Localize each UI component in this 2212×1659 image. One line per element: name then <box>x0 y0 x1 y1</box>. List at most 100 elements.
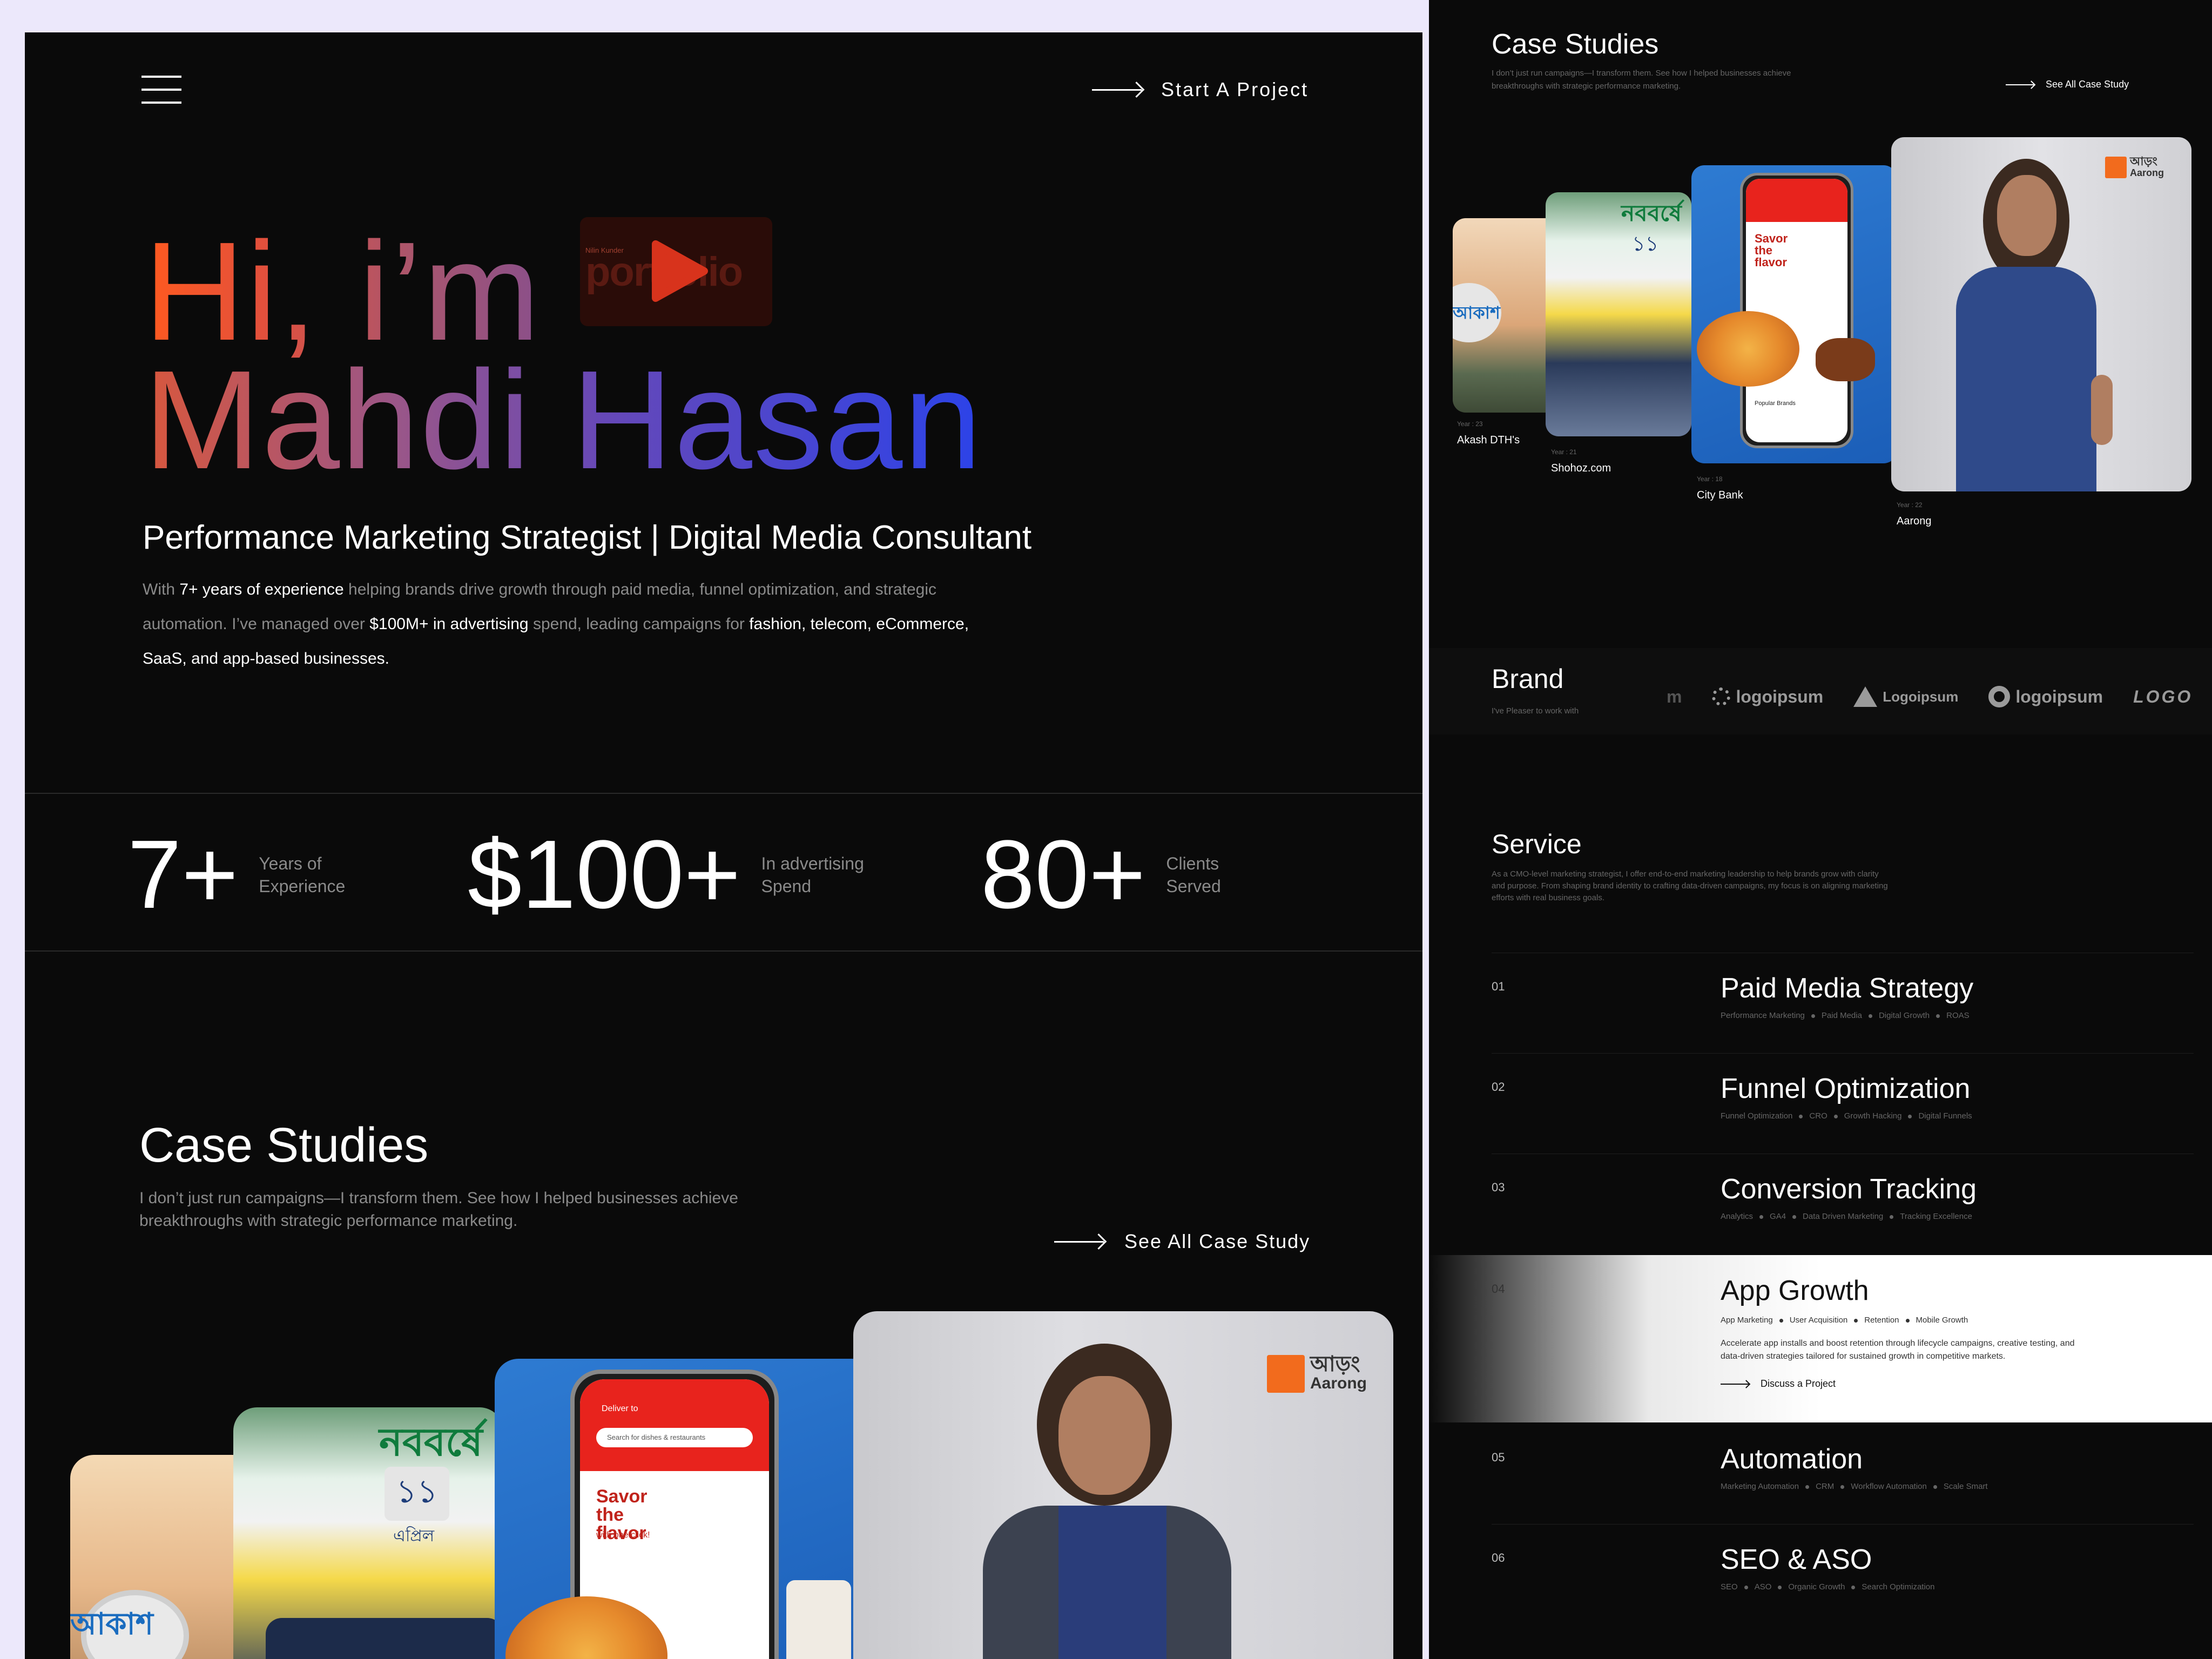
bullet-icon <box>1908 1114 1912 1118</box>
case-card-citybank-year: Year : 18 <box>1697 475 1723 483</box>
case-card-citybank[interactable]: Deliver to Search for dishes & restauran… <box>495 1359 894 1659</box>
bullet-icon <box>1805 1485 1810 1489</box>
bullet-icon <box>1778 1585 1782 1589</box>
hero-name: Mahdi Hasan <box>144 342 983 498</box>
service-tag: Performance Marketing <box>1721 1011 1805 1020</box>
service-tag: App Marketing <box>1721 1316 1773 1325</box>
service-item-app-growth[interactable]: 04 App Growth App Marketing User Acquisit… <box>1429 1255 2212 1422</box>
hero-bio: With 7+ years of experience helping bran… <box>143 581 969 667</box>
brand-logo-4: LOGO <box>2133 686 2193 706</box>
case-card-shohoz-small[interactable]: নববর্ষে ১১ <box>1546 192 1691 436</box>
ring-logo-icon <box>1988 686 2011 707</box>
arrow-right-icon <box>1054 1240 1104 1243</box>
service-tag: GA4 <box>1770 1212 1786 1221</box>
aarong-logo: আড়ং Aarong <box>1267 1353 1367 1393</box>
service-tag: Search Optimization <box>1862 1582 1935 1591</box>
service-item-seo-aso[interactable]: 06 SEO & ASO SEO ASO Organic Growth Search … <box>1429 1524 2212 1624</box>
bullet-icon <box>1833 1114 1838 1118</box>
service-tag: Marketing Automation <box>1721 1482 1799 1491</box>
service-tag: Growth Hacking <box>1844 1111 1902 1121</box>
service-tags: App Marketing User Acquisition Retention Mo… <box>1721 1316 1968 1325</box>
case-card-citybank-name: City Bank <box>1697 489 1743 501</box>
service-tag: ROAS <box>1946 1011 1970 1020</box>
service-tag: Paid Media <box>1821 1011 1862 1020</box>
case-card-shohoz-name: Shohoz.com <box>1551 462 1611 474</box>
service-tags: SEO ASO Organic Growth Search Optimization <box>1721 1582 1934 1591</box>
detail-page-panel: Case Studies I don’t just run campaigns—… <box>1429 0 2212 1659</box>
aarong-mark-icon <box>1267 1355 1305 1393</box>
hero-subtitle: Performance Marketing Strategist | Digit… <box>143 519 1032 556</box>
case-studies-desc: I don’t just run campaigns—I transform t… <box>139 1189 738 1230</box>
bullet-icon <box>1905 1318 1910 1323</box>
brand-title: Brand <box>1492 664 1564 694</box>
service-item-paid-media[interactable]: 01 Paid Media Strategy Performance Marke… <box>1429 953 2212 1053</box>
bullet-icon <box>1868 1014 1872 1018</box>
aarong-mark-icon <box>2105 157 2127 178</box>
arrow-right-icon <box>1092 89 1142 91</box>
case-card-shohoz-year: Year : 21 <box>1551 448 1577 456</box>
hero-greeting: Hi, i’m <box>144 213 542 370</box>
case-card-aarong-name: Aarong <box>1897 515 1932 527</box>
hamburger-menu-icon[interactable] <box>141 76 181 104</box>
service-tag: Digital Funnels <box>1918 1111 1972 1121</box>
shohoz-month: এপ্রিল <box>393 1527 435 1546</box>
service-item-conversion[interactable]: 03 Conversion Tracking Analytics GA4 Data … <box>1429 1154 2212 1254</box>
stats-top-divider <box>25 793 1422 794</box>
stat-spend: $100+ In advertising Spend <box>468 820 864 929</box>
service-tag: Workflow Automation <box>1851 1482 1927 1491</box>
bullet-icon <box>1851 1585 1856 1589</box>
bullet-icon <box>1744 1585 1748 1589</box>
case-card-akash-small[interactable]: আকাশ <box>1453 218 1561 413</box>
flower-logo-icon <box>1712 687 1731 706</box>
case-card-aarong-year: Year : 22 <box>1897 501 1923 509</box>
case-card-akash-name: Akash DTH's <box>1457 434 1520 446</box>
case-studies-title-small: Case Studies <box>1492 29 1659 60</box>
brand-logo-2: Logoipsum <box>1853 686 1958 707</box>
case-card-citybank-small[interactable]: Savor the flavor Popular Brands <box>1691 165 1897 463</box>
mountain-logo-icon <box>1853 686 1878 707</box>
brand-logo-1: logoipsum <box>1712 687 1823 707</box>
brand-logo-0: m <box>1667 686 1682 706</box>
case-card-aarong-small[interactable]: আড়ং Aarong <box>1891 137 2191 491</box>
bullet-icon <box>1890 1215 1894 1219</box>
service-tag: SEO <box>1721 1582 1738 1591</box>
brand-logo-3: logoipsum <box>1988 686 2103 707</box>
service-tag: User Acquisition <box>1789 1316 1848 1325</box>
see-all-case-study-link-small[interactable]: See All Case Study <box>2006 79 2129 90</box>
service-tag: Tracking Excellence <box>1900 1212 1972 1221</box>
service-title: Service <box>1492 829 1582 859</box>
service-tag: CRO <box>1809 1111 1827 1121</box>
bullet-icon <box>1936 1014 1940 1018</box>
discuss-project-link[interactable]: Discuss a Project <box>1721 1378 1836 1390</box>
case-card-shohoz[interactable]: নববর্ষে ১১ এপ্রিল <box>233 1407 503 1659</box>
aarong-logo-small: আড়ং Aarong <box>2105 156 2164 178</box>
service-tags: Funnel Optimization CRO Growth Hacking Digi… <box>1721 1111 1972 1121</box>
see-all-case-study-link[interactable]: See All Case Study <box>1054 1230 1310 1253</box>
start-project-link[interactable]: Start A Project <box>1092 76 1309 104</box>
arrow-right-icon <box>1721 1383 1749 1385</box>
service-tag: Scale Smart <box>1943 1482 1988 1491</box>
arrow-right-icon <box>2006 84 2034 85</box>
bullet-icon <box>1811 1014 1815 1018</box>
service-tags: Marketing Automation CRM Workflow Automati… <box>1721 1482 1988 1491</box>
service-app-growth-desc: Accelerate app installs and boost retent… <box>1721 1339 2075 1361</box>
service-tags: Performance Marketing Paid Media Digital G… <box>1721 1011 1970 1020</box>
play-icon <box>652 240 708 302</box>
stat-clients: 80+ Clients Served <box>981 820 1221 929</box>
case-card-aarong[interactable]: আড়ং Aarong <box>853 1311 1393 1659</box>
service-item-funnel[interactable]: 02 Funnel Optimization Funnel Optimizati… <box>1429 1053 2212 1154</box>
bullet-icon <box>1779 1318 1783 1323</box>
service-tag: Digital Growth <box>1878 1011 1930 1020</box>
bullet-icon <box>1933 1485 1937 1489</box>
app-banner-sub: with one click! <box>596 1530 650 1540</box>
start-project-label: Start A Project <box>1161 78 1309 100</box>
brand-subtitle: I've Pleaser to work with <box>1492 706 1579 716</box>
service-tag: Data Driven Marketing <box>1803 1212 1884 1221</box>
bullet-icon <box>1792 1215 1797 1219</box>
brand-logo-strip: m logoipsum Logoipsum logoipsum LOGO <box>1667 682 2212 712</box>
video-thumbnail[interactable]: Nilin Kunder portfolio <box>580 217 772 326</box>
service-tag: Retention <box>1864 1316 1899 1325</box>
service-item-automation[interactable]: 05 Automation Marketing Automation CRM Wor… <box>1429 1424 2212 1524</box>
service-tag: Mobile Growth <box>1916 1316 1968 1325</box>
service-tag: Organic Growth <box>1788 1582 1845 1591</box>
